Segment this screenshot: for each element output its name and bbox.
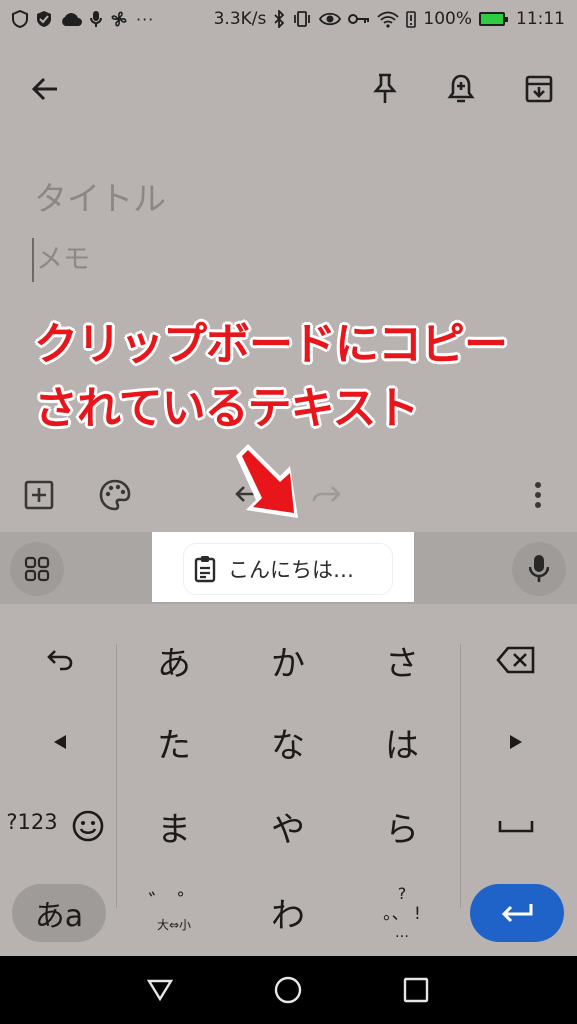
cloud-icon — [62, 13, 82, 26]
cursor-left-key[interactable] — [20, 708, 100, 776]
palette-button[interactable] — [92, 472, 138, 518]
kana-mode-label: あa — [34, 899, 84, 934]
punct-label-bottom: … — [395, 925, 409, 941]
punctuation-key[interactable]: ? 。、 ! … — [352, 874, 452, 952]
title-input[interactable]: タイトル — [34, 172, 514, 220]
enter-arrow-icon — [501, 904, 533, 923]
punct-label-mid: 。、 ! — [383, 904, 421, 924]
more-vert-icon — [535, 482, 541, 508]
more-options-button[interactable] — [518, 472, 558, 518]
undo-arrow-icon — [47, 650, 73, 671]
shield-check-icon — [37, 11, 51, 27]
battery-percent: 100% — [423, 9, 472, 29]
dakuten-key[interactable]: ゛ ゜ 大⇔小 — [124, 876, 224, 948]
key-ka[interactable]: か — [238, 626, 338, 694]
clipboard-icon — [194, 556, 216, 583]
emoji-key[interactable] — [66, 804, 110, 848]
space-bar-icon — [498, 821, 534, 833]
add-box-icon — [24, 480, 54, 510]
network-speed: 3.3K/s — [213, 9, 267, 29]
battery-icon — [479, 12, 508, 26]
vibrate-icon — [294, 11, 311, 27]
voice-input-button[interactable] — [512, 542, 566, 596]
pin-icon — [373, 73, 397, 103]
mic-icon — [90, 11, 102, 27]
space-key[interactable] — [476, 792, 556, 860]
key-ta[interactable]: た — [124, 708, 224, 776]
nav-recents-button[interactable] — [392, 966, 440, 1014]
palette-icon — [99, 479, 131, 511]
key-na[interactable]: な — [238, 708, 338, 776]
shield-outline-icon — [12, 10, 28, 28]
mic-icon — [529, 555, 549, 582]
clock: 11:11 — [516, 9, 565, 29]
clipboard-text: こんにちは… — [228, 558, 354, 582]
archive-button[interactable] — [516, 66, 562, 112]
undo-key[interactable] — [20, 626, 100, 694]
recents-square-icon — [403, 977, 429, 1003]
emoji-icon — [72, 810, 104, 842]
annotation-line-1: クリップボードにコピー — [34, 319, 508, 370]
nav-back-button[interactable] — [136, 968, 184, 1012]
clipboard-suggestion-chip[interactable]: こんにちは… — [184, 544, 392, 594]
reminder-button[interactable] — [438, 66, 484, 112]
status-right-icons: 3.3K/s 100% 11:11 — [214, 8, 565, 30]
fan-icon — [111, 11, 127, 27]
pointer-arrow-icon — [236, 444, 298, 518]
triangle-left-icon — [54, 735, 66, 749]
backspace-key[interactable] — [476, 626, 556, 694]
keyboard: ?123 あa あ か さ た な は ま や ら ゛ ゜ 大⇔小 わ ? 。、… — [0, 604, 577, 956]
symbols-key[interactable]: ?123 — [4, 796, 60, 848]
nav-home-button[interactable] — [264, 966, 312, 1014]
key-ra[interactable]: ら — [352, 792, 452, 860]
navigation-bar — [0, 956, 577, 1024]
pin-button[interactable] — [362, 66, 408, 112]
back-triangle-icon — [146, 979, 174, 1002]
reminder-bell-icon — [447, 74, 475, 103]
annotation-line-2: されているテキスト — [34, 383, 419, 434]
back-arrow-icon — [31, 77, 57, 101]
add-button[interactable] — [16, 472, 62, 518]
key-sa[interactable]: さ — [352, 626, 452, 694]
key-wa[interactable]: わ — [238, 876, 338, 948]
dakuten-label-top: ゛ ゜ — [148, 891, 200, 916]
cursor-right-key[interactable] — [476, 708, 556, 776]
keyboard-divider-right — [460, 644, 461, 908]
key-a[interactable]: あ — [124, 626, 224, 694]
keyboard-divider-left — [116, 644, 117, 908]
key-ma[interactable]: ま — [124, 792, 224, 860]
key-ha[interactable]: は — [352, 708, 452, 776]
redo-button[interactable] — [304, 472, 350, 518]
memo-input[interactable]: メモ — [32, 238, 512, 282]
triangle-right-icon — [510, 735, 522, 749]
status-left-icons: ··· — [12, 8, 154, 30]
backspace-icon — [496, 646, 535, 674]
apps-grid-icon — [24, 556, 50, 582]
eye-icon — [319, 12, 342, 26]
archive-icon — [525, 75, 553, 103]
status-bar: ··· 3.3K/s 100% 11:11 — [0, 0, 577, 40]
dakuten-label-bottom: 大⇔小 — [156, 918, 192, 932]
battery-alert-icon — [406, 11, 417, 28]
back-button[interactable] — [22, 66, 68, 112]
wifi-icon — [377, 11, 400, 28]
more-icon: ··· — [136, 9, 155, 29]
enter-key[interactable] — [470, 884, 564, 942]
redo-icon — [312, 486, 341, 502]
apps-grid-button[interactable] — [10, 542, 64, 596]
kana-mode-key[interactable]: あa — [12, 884, 106, 942]
home-circle-icon — [274, 976, 302, 1004]
key-icon — [348, 14, 370, 24]
punct-label-top: ? — [397, 884, 407, 903]
key-ya[interactable]: や — [238, 792, 338, 860]
bluetooth-icon — [274, 10, 285, 28]
